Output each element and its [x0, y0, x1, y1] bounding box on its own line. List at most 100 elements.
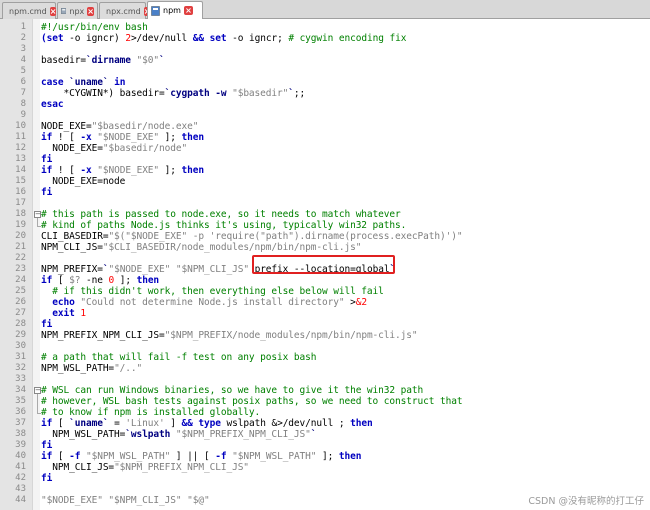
code-token: echo — [52, 297, 75, 308]
code-line[interactable]: NPM_WSL_PATH=`wslpath "$NPM_PREFIX_NPM_C… — [41, 429, 316, 440]
code-line[interactable]: NODE_EXE="$basedir/node" — [41, 143, 187, 154]
code-line[interactable]: fi — [41, 473, 52, 484]
line-number: 37 — [15, 418, 26, 428]
code-token: "$NODE_EXE" — [97, 132, 160, 143]
close-icon[interactable]: × — [87, 6, 94, 16]
line-number: 38 — [15, 429, 26, 439]
code-line[interactable]: (set -o igncr) 2>/dev/null && set -o ign… — [41, 33, 406, 44]
line-number: 20 — [15, 231, 26, 241]
line-number: 42 — [15, 473, 26, 483]
code-token: wslpath &>/dev/null ; — [220, 418, 351, 429]
code-token: if — [41, 451, 53, 462]
close-icon[interactable]: × — [183, 6, 193, 15]
tab-2[interactable]: npx × — [57, 2, 98, 19]
line-number: 32 — [15, 363, 26, 373]
code-token: # kind of paths Node.js thinks it's usin… — [41, 220, 407, 231]
code-line[interactable]: fi — [41, 319, 52, 330]
tab-4[interactable]: npm × — [147, 1, 203, 19]
line-number: 5 — [20, 66, 26, 76]
code-line[interactable]: esac — [41, 99, 64, 110]
code-line[interactable]: NPM_CLI_JS="$CLI_BASEDIR/node_modules/np… — [41, 242, 361, 253]
code-line[interactable]: # this path is passed to node.exe, so it… — [41, 209, 401, 220]
code-token: && — [181, 418, 193, 429]
code-token: if — [41, 165, 53, 176]
code-token: fi — [41, 187, 53, 198]
code-token: # cygwin encoding fix — [288, 33, 407, 44]
code-line[interactable]: NODE_EXE="$basedir/node.exe" — [41, 121, 198, 132]
code-line[interactable]: # WSL can run Windows binaries, so we ha… — [41, 385, 423, 396]
code-token: *CYGWIN*) basedir= — [41, 88, 165, 99]
line-number: 4 — [20, 55, 26, 65]
code-line[interactable]: # if this didn't work, then everything e… — [41, 286, 384, 297]
line-number: 15 — [15, 176, 26, 186]
line-number: 1 — [20, 22, 26, 32]
code-line[interactable]: if [ `uname` = 'Linux' ] && type wslpath… — [41, 418, 373, 429]
line-number: 44 — [15, 495, 26, 505]
fold-toggle-icon[interactable]: − — [34, 387, 41, 394]
fold-guide — [37, 218, 38, 226]
tab-label: npm.cmd — [9, 6, 47, 16]
code-token: ]; — [114, 275, 137, 286]
code-token: then — [136, 275, 160, 286]
code-line[interactable]: CLI_BASEDIR="$("$NODE_EXE" -p 'require("… — [41, 231, 463, 242]
code-token: # however, WSL bash tests against posix … — [41, 396, 463, 407]
code-token: # to know if npm is installed globally. — [41, 407, 261, 418]
code-line[interactable]: NODE_EXE=node — [41, 176, 125, 187]
line-number: 8 — [20, 99, 26, 109]
code-token: -x — [80, 132, 92, 143]
code-token: # this path is passed to node.exe, so it… — [41, 209, 401, 220]
code-token: "$NODE_EXE" "$NPM_CLI_JS" — [108, 264, 249, 275]
close-icon[interactable]: × — [49, 6, 57, 16]
code-line[interactable]: basedir=`dirname "$0"` — [41, 55, 165, 66]
code-line[interactable]: # a path that will fail -f test on any p… — [41, 352, 316, 363]
code-token: "$basedir/node" — [102, 143, 188, 154]
code-token: fi — [41, 473, 53, 484]
code-token: type — [198, 418, 221, 429]
code-line[interactable]: fi — [41, 440, 52, 451]
highlight-annotation-box — [252, 255, 395, 274]
code-token: -f — [215, 451, 227, 462]
code-line[interactable]: fi — [41, 154, 52, 165]
code-token: "$("$NODE_EXE" -p 'require("path").dirna… — [108, 231, 463, 242]
code-line[interactable]: if ! [ -x "$NODE_EXE" ]; then — [41, 165, 204, 176]
code-line[interactable]: if [ -f "$NPM_WSL_PATH" ] || [ -f "$NPM_… — [41, 451, 361, 462]
line-number: 30 — [15, 341, 26, 351]
tab-3[interactable]: npx.cmd× — [99, 2, 151, 19]
code-line[interactable]: NPM_PREFIX_NPM_CLI_JS="$NPM_PREFIX/node_… — [41, 330, 418, 341]
line-number: 19 — [15, 220, 26, 230]
code-line[interactable]: case `uname` in — [41, 77, 125, 88]
code-line[interactable]: echo "Could not determine Node.js instal… — [41, 297, 367, 308]
code-token: "/.." — [114, 363, 143, 374]
code-token: ] || [ — [170, 451, 216, 462]
code-token: fi — [41, 319, 53, 330]
code-line[interactable]: NPM_CLI_JS="$NPM_PREFIX_NPM_CLI_JS" — [41, 462, 249, 473]
code-line[interactable]: if ! [ -x "$NODE_EXE" ]; then — [41, 132, 204, 143]
code-token: NPM_WSL_PATH= — [41, 363, 115, 374]
code-token: NODE_EXE= — [41, 143, 103, 154]
code-token: `dirname — [85, 55, 137, 66]
code-token: `wslpath — [125, 429, 176, 440]
code-line[interactable]: #!/usr/bin/env bash — [41, 22, 148, 33]
code-line[interactable]: # to know if npm is installed globally. — [41, 407, 260, 418]
code-token: if — [41, 132, 53, 143]
code-line[interactable]: NPM_WSL_PATH="/.." — [41, 363, 142, 374]
code-line[interactable]: if [ $? -ne 0 ]; then — [41, 275, 159, 286]
code-token: NPM_CLI_JS= — [41, 462, 115, 473]
code-line[interactable]: *CYGWIN*) basedir=`cygpath -w "$basedir"… — [41, 88, 305, 99]
code-token: esac — [41, 99, 64, 110]
code-token: in — [114, 77, 126, 88]
code-line[interactable]: "$NODE_EXE" "$NPM_CLI_JS" "$@" — [41, 495, 210, 506]
tab-1[interactable]: npm.cmd × — [2, 2, 57, 19]
code-line[interactable]: # however, WSL bash tests against posix … — [41, 396, 463, 407]
code-line[interactable]: exit 1 — [41, 308, 86, 319]
line-number: 35 — [15, 396, 26, 406]
fold-toggle-icon[interactable]: − — [34, 211, 41, 218]
code-token: then — [350, 418, 373, 429]
code-token: case — [41, 77, 64, 88]
tab-label: npx.cmd — [106, 6, 141, 16]
code-line[interactable]: # kind of paths Node.js thinks it's usin… — [41, 220, 406, 231]
code-token: fi — [41, 154, 53, 165]
code-line[interactable]: fi — [41, 187, 52, 198]
